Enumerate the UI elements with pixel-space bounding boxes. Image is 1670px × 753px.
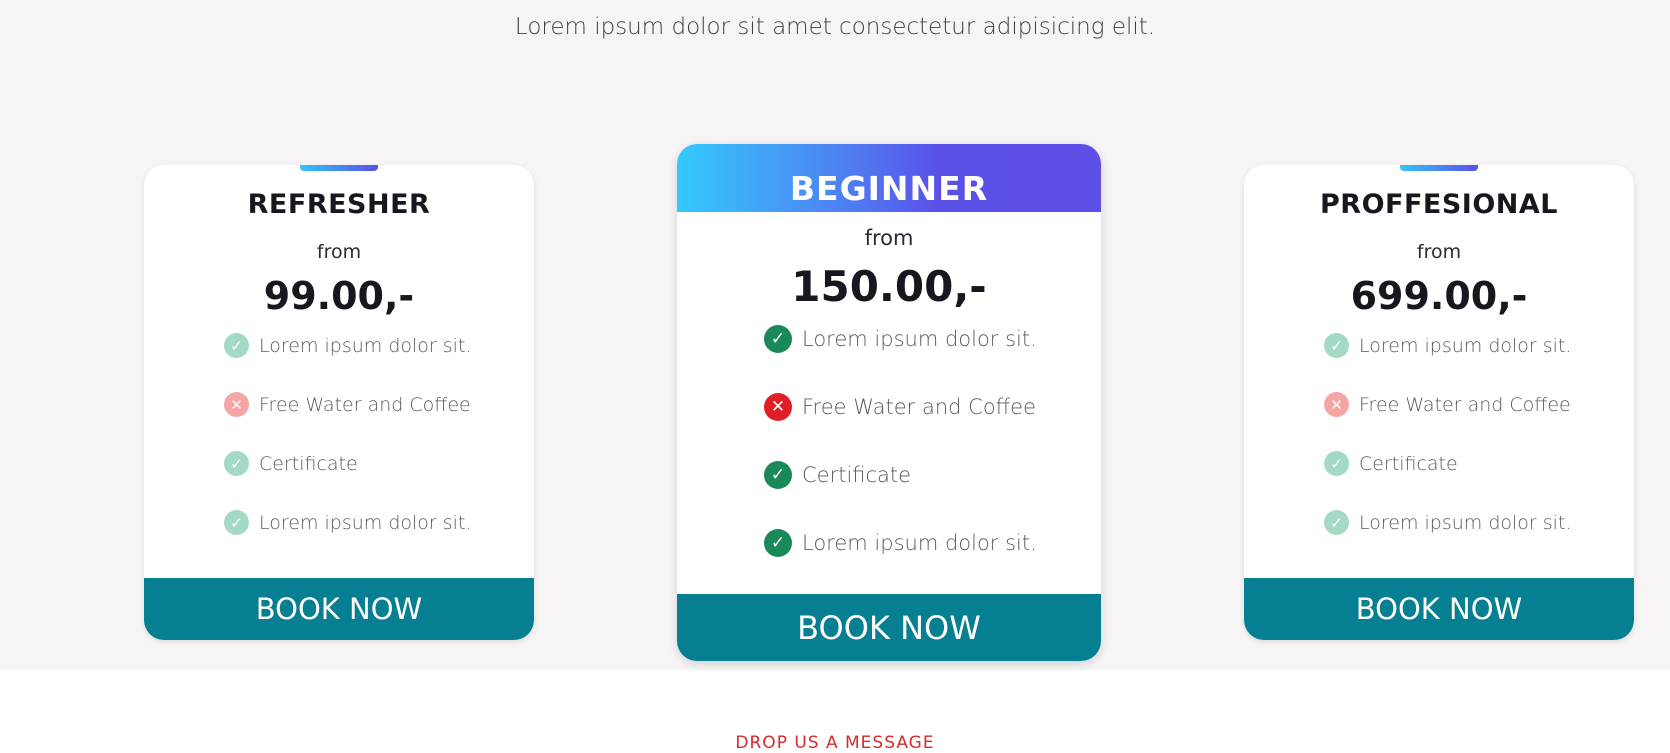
check-icon: ✓ <box>1324 510 1349 535</box>
check-icon: ✓ <box>764 529 792 557</box>
feature-item: ✓ Lorem ipsum dolor sit. <box>1324 510 1571 535</box>
feature-item: ✓ Certificate <box>764 461 911 489</box>
section-subtitle: Lorem ipsum dolor sit amet consectetur a… <box>514 14 1156 40</box>
feature-text: Lorem ipsum dolor sit. <box>259 511 472 534</box>
feature-text: Free Water and Coffee <box>802 395 1036 419</box>
plan-title: BEGINNER <box>789 169 989 208</box>
plan-title: REFRESHER <box>247 189 431 220</box>
feature-item: ✓ Certificate <box>224 451 358 476</box>
feature-text: Lorem ipsum dolor sit. <box>1359 334 1572 357</box>
plan-price: 150.00,- <box>791 262 987 311</box>
price-from-label: from <box>316 241 362 263</box>
check-icon: ✓ <box>764 325 792 353</box>
check-icon: ✓ <box>1324 451 1349 476</box>
book-now-button[interactable]: BOOK NOW <box>1244 578 1634 640</box>
feature-text: Lorem ipsum dolor sit. <box>1359 511 1572 534</box>
book-now-button[interactable]: BOOK NOW <box>677 594 1101 661</box>
cross-icon: ✕ <box>1324 392 1349 417</box>
feature-item: ✓ Lorem ipsum dolor sit. <box>764 325 1037 353</box>
feature-text: Free Water and Coffee <box>259 393 471 416</box>
cross-icon: ✕ <box>224 392 249 417</box>
check-icon: ✓ <box>1324 333 1349 358</box>
pricing-section: Lorem ipsum dolor sit amet consectetur a… <box>0 0 1670 670</box>
feature-item: ✕ Free Water and Coffee <box>224 392 471 417</box>
card-accent-tab <box>1400 165 1478 171</box>
check-icon: ✓ <box>224 451 249 476</box>
check-icon: ✓ <box>764 461 792 489</box>
plan-title: PROFFESIONAL <box>1319 189 1558 220</box>
feature-item: ✕ Free Water and Coffee <box>764 393 1036 421</box>
drop-message-link[interactable]: DROP US A MESSAGE <box>0 733 1670 753</box>
feature-item: ✓ Lorem ipsum dolor sit. <box>224 510 471 535</box>
price-from-label: from <box>864 226 914 250</box>
price-from-label: from <box>1416 241 1462 263</box>
plan-price: 99.00,- <box>263 274 415 318</box>
check-icon: ✓ <box>224 333 249 358</box>
check-icon: ✓ <box>224 510 249 535</box>
feature-text: Certificate <box>259 452 358 475</box>
feature-text: Lorem ipsum dolor sit. <box>259 334 472 357</box>
plan-price: 699.00,- <box>1350 274 1528 318</box>
card-accent-tab <box>300 165 378 171</box>
feature-item: ✓ Certificate <box>1324 451 1458 476</box>
pricing-card-refresher: REFRESHER from 99.00,- ✓ Lorem ipsum dol… <box>144 165 534 640</box>
book-now-button[interactable]: BOOK NOW <box>144 578 534 640</box>
pricing-card-beginner: BEGINNER from 150.00,- ✓ Lorem ipsum dol… <box>677 144 1101 661</box>
feature-text: Free Water and Coffee <box>1359 393 1571 416</box>
feature-text: Lorem ipsum dolor sit. <box>802 327 1037 351</box>
feature-item: ✓ Lorem ipsum dolor sit. <box>1324 333 1571 358</box>
pricing-card-proffesional: PROFFESIONAL from 699.00,- ✓ Lorem ipsum… <box>1244 165 1634 640</box>
feature-item: ✕ Free Water and Coffee <box>1324 392 1571 417</box>
feature-text: Certificate <box>802 463 912 487</box>
feature-item: ✓ Lorem ipsum dolor sit. <box>764 529 1037 557</box>
cross-icon: ✕ <box>764 393 792 421</box>
feature-item: ✓ Lorem ipsum dolor sit. <box>224 333 471 358</box>
feature-text: Certificate <box>1359 452 1458 475</box>
feature-text: Lorem ipsum dolor sit. <box>802 531 1037 555</box>
